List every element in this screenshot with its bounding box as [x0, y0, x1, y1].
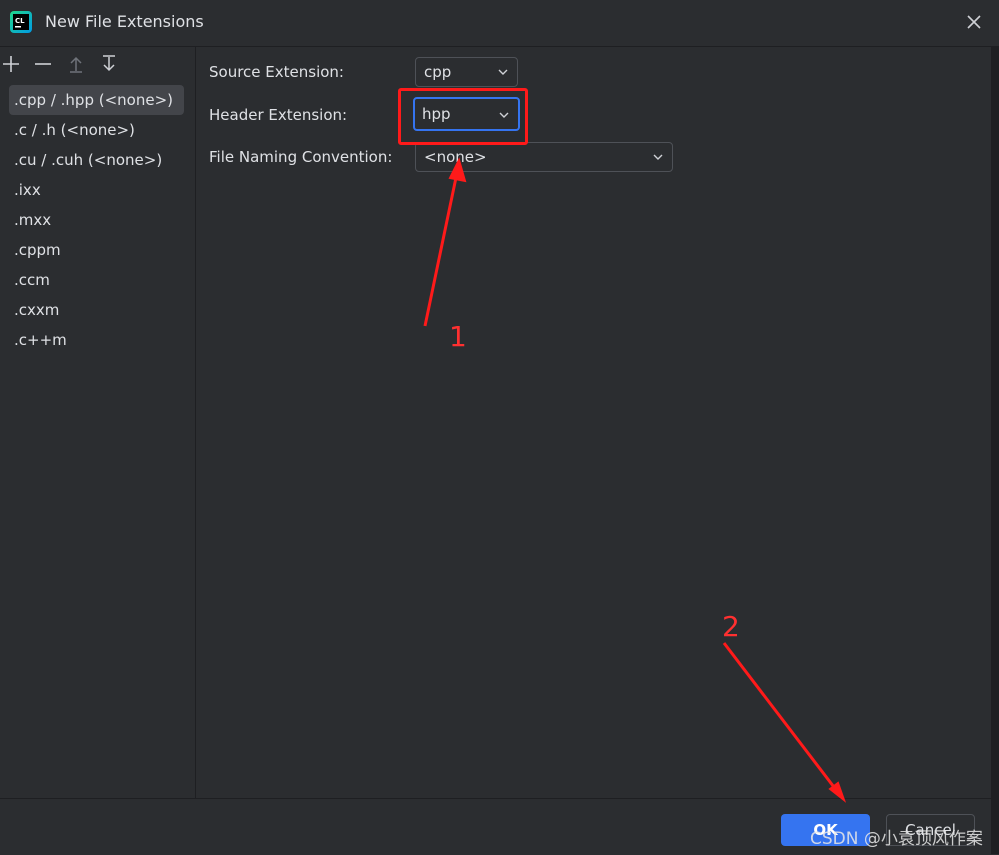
- list-item[interactable]: .ixx: [9, 175, 189, 205]
- arrow-down-icon[interactable]: [98, 53, 120, 75]
- list-item[interactable]: .ccm: [9, 265, 189, 295]
- plus-icon[interactable]: [0, 53, 22, 75]
- list-item[interactable]: .cpp / .hpp (<none>): [9, 85, 184, 115]
- svg-text:CL: CL: [15, 17, 25, 25]
- extension-list: .cpp / .hpp (<none>) .c / .h (<none>) .c…: [9, 85, 189, 355]
- background-window-strip: [991, 47, 999, 854]
- annotation-step-2: 2: [722, 610, 740, 643]
- list-item[interactable]: .cu / .cuh (<none>): [9, 145, 189, 175]
- settings-panel: Source Extension: cpp Header Extension: …: [196, 47, 991, 798]
- annotation-highlight-box: [398, 88, 528, 145]
- list-toolbar: [0, 53, 195, 75]
- file-naming-convention-value: <none>: [424, 148, 487, 166]
- list-item[interactable]: .cppm: [9, 235, 189, 265]
- annotation-step-1: 1: [449, 320, 467, 353]
- minus-icon[interactable]: [32, 53, 54, 75]
- list-item[interactable]: .c / .h (<none>): [9, 115, 189, 145]
- source-extension-label: Source Extension:: [209, 63, 344, 81]
- extensions-sidebar: .cpp / .hpp (<none>) .c / .h (<none>) .c…: [0, 47, 196, 798]
- list-item[interactable]: .cxxm: [9, 295, 189, 325]
- file-naming-convention-select[interactable]: <none>: [415, 142, 673, 172]
- header-extension-label: Header Extension:: [209, 106, 348, 124]
- window-title: New File Extensions: [45, 12, 204, 31]
- watermark-text: CSDN @小袁顶风作案: [810, 829, 983, 849]
- close-icon[interactable]: [962, 10, 986, 34]
- chevron-down-icon: [498, 69, 508, 75]
- title-bar: CL New File Extensions: [0, 0, 999, 47]
- source-extension-value: cpp: [424, 63, 452, 81]
- file-naming-convention-label: File Naming Convention:: [209, 148, 393, 166]
- list-item[interactable]: .mxx: [9, 205, 189, 235]
- source-extension-select[interactable]: cpp: [415, 57, 518, 87]
- list-item[interactable]: .c++m: [9, 325, 189, 355]
- clion-app-icon: CL: [10, 11, 32, 33]
- chevron-down-icon: [653, 154, 663, 160]
- arrow-up-icon[interactable]: [65, 53, 87, 75]
